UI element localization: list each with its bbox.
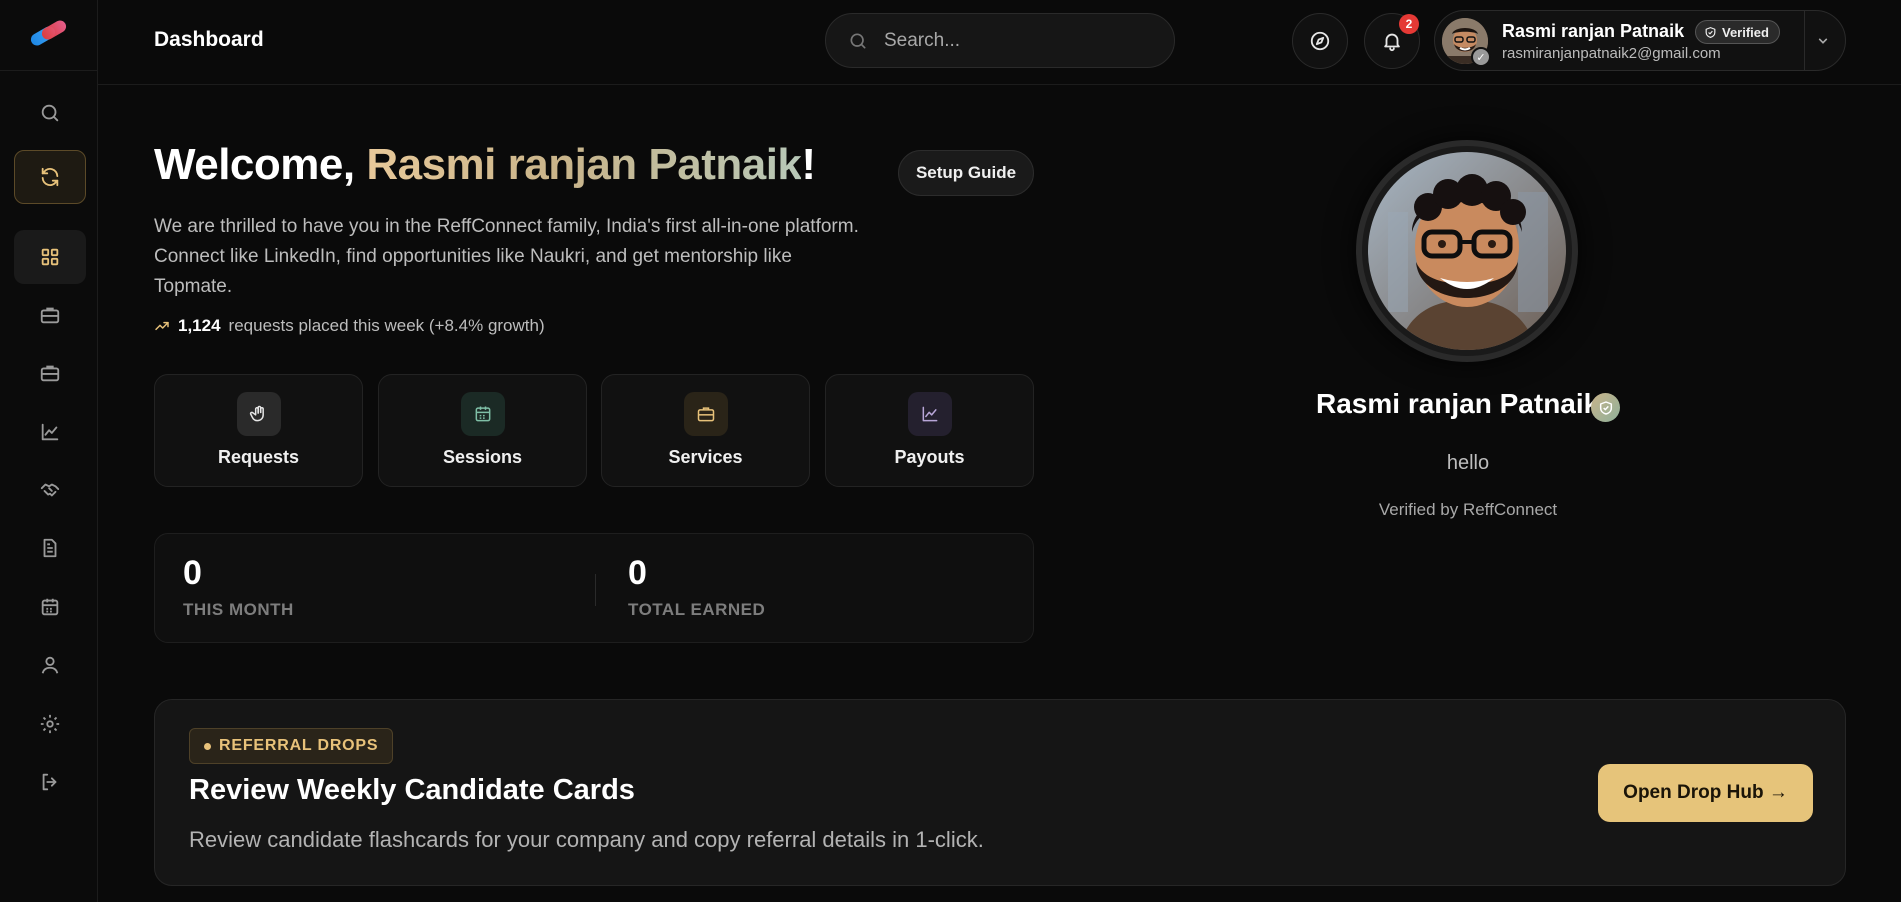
explore-button[interactable]	[1292, 13, 1348, 69]
document-icon	[43, 538, 57, 558]
this-month-label: THIS MONTH	[183, 600, 294, 619]
open-drop-hub-button[interactable]: Open Drop Hub →	[1598, 764, 1813, 822]
referral-title: Review Weekly Candidate Cards	[189, 774, 635, 806]
user-name: Rasmi ranjan Patnaik	[1502, 21, 1685, 41]
user-email: rasmiranjanpatnaik2@gmail.com	[1502, 45, 1721, 62]
quick-action-sessions[interactable]: Sessions	[378, 374, 587, 487]
welcome-heading: Welcome, Rasmi ranjan Patnaik!	[154, 140, 816, 190]
grid-icon	[41, 248, 59, 266]
shield-check-icon	[1705, 26, 1716, 38]
briefcase-icon	[40, 307, 60, 324]
sidebar	[0, 0, 98, 902]
profile-bio: hello	[1446, 452, 1490, 474]
page-title: Dashboard	[154, 28, 264, 51]
notifications-button[interactable]: 2	[1364, 13, 1420, 69]
sidebar-item-services[interactable]	[14, 346, 86, 400]
referral-description: Review candidate flashcards for your com…	[189, 827, 984, 852]
sidebar-item-calendar[interactable]	[14, 580, 86, 634]
sidebar-item-referrals[interactable]	[14, 463, 86, 517]
gear-icon	[40, 714, 60, 734]
quick-action-label: Payouts	[894, 447, 965, 467]
sidebar-item-settings[interactable]	[14, 697, 86, 751]
top-header: Dashboard 2 ✓ Rasmi ranjan Patnaik	[98, 0, 1901, 85]
bell-icon	[1384, 33, 1400, 52]
sidebar-item-dashboard[interactable]	[14, 230, 86, 284]
profile-avatar[interactable]	[1356, 140, 1578, 362]
status-dot	[204, 742, 211, 750]
weekly-growth-text: requests placed this week (+8.4% growth)	[228, 316, 545, 335]
welcome-prefix: Welcome,	[154, 140, 367, 189]
qa-icon-container	[461, 392, 505, 436]
briefcase-icon	[697, 407, 715, 422]
app-logo[interactable]	[28, 18, 70, 48]
verified-badge: Verified	[1695, 20, 1780, 44]
verified-badge-label: Verified	[1722, 24, 1769, 40]
verified-shield-badge	[1591, 393, 1620, 422]
quick-action-label: Sessions	[442, 447, 523, 467]
sidebar-item-refresh[interactable]	[14, 150, 86, 204]
search-input[interactable]	[884, 29, 1144, 52]
briefcase-icon	[40, 365, 60, 382]
sidebar-item-documents[interactable]	[14, 521, 86, 575]
weekly-request-count: 1,124	[178, 316, 221, 335]
chevron-down-icon[interactable]	[1813, 31, 1833, 51]
user-menu[interactable]: ✓ Rasmi ranjan Patnaik Verified rasmiran…	[1434, 10, 1846, 71]
search-box[interactable]	[825, 13, 1175, 68]
profile-name: Rasmi ranjan Patnaik	[1316, 388, 1600, 419]
qa-icon-container	[237, 392, 281, 436]
referral-drops-badge: REFERRAL DROPS	[189, 728, 394, 764]
sidebar-divider	[0, 70, 98, 71]
total-earned-value: 0	[628, 554, 647, 592]
chart-line-icon	[41, 423, 59, 441]
welcome-suffix: !	[801, 140, 816, 189]
search-icon	[41, 104, 59, 122]
sidebar-item-jobs[interactable]	[14, 288, 86, 342]
trending-up-icon	[155, 321, 169, 331]
chart-line-icon	[922, 406, 938, 422]
handshake-icon	[40, 483, 60, 497]
qa-icon-container	[908, 392, 952, 436]
quick-action-label: Services	[668, 447, 743, 467]
refresh-icon	[41, 167, 59, 187]
calendar-icon	[41, 598, 59, 616]
hand-icon	[249, 405, 264, 422]
qa-icon-container	[684, 392, 728, 436]
stats-divider	[595, 574, 596, 606]
welcome-intro-text: We are thrilled to have you in the ReffC…	[154, 216, 859, 297]
shield-check-icon	[1599, 400, 1612, 415]
notification-count-badge: 2	[1399, 14, 1419, 34]
quick-action-payouts[interactable]: Payouts	[825, 374, 1034, 487]
setup-guide-button[interactable]: Setup Guide	[898, 150, 1034, 196]
referral-drops-card: REFERRAL DROPS Review Weekly Candidate C…	[154, 699, 1846, 886]
logout-icon	[42, 773, 57, 791]
compass-icon	[1310, 31, 1330, 51]
profile-verified-by: Verified by ReffConnect	[1378, 500, 1558, 519]
quick-action-requests[interactable]: Requests	[154, 374, 363, 487]
profile-photo	[1368, 152, 1566, 350]
quick-action-services[interactable]: Services	[601, 374, 810, 487]
verified-check-icon: ✓	[1471, 47, 1491, 67]
earnings-stats-card: 0 THIS MONTH 0 TOTAL EARNED	[154, 533, 1034, 643]
this-month-value: 0	[183, 554, 202, 592]
sidebar-item-logout[interactable]	[14, 755, 86, 809]
referral-drops-badge-label: REFERRAL DROPS	[219, 737, 379, 754]
sidebar-item-analytics[interactable]	[14, 405, 86, 459]
sidebar-item-profile[interactable]	[14, 638, 86, 692]
user-icon	[41, 656, 59, 674]
calendar-icon	[475, 406, 491, 422]
search-icon	[850, 33, 866, 49]
user-menu-divider	[1804, 11, 1805, 70]
welcome-user-name: Rasmi ranjan Patnaik	[366, 140, 802, 189]
weekly-growth-stat: 1,124 requests placed this week (+8.4% g…	[154, 316, 545, 336]
total-earned-label: TOTAL EARNED	[628, 600, 766, 619]
sidebar-item-search[interactable]	[14, 86, 86, 140]
quick-action-label: Requests	[217, 447, 300, 467]
